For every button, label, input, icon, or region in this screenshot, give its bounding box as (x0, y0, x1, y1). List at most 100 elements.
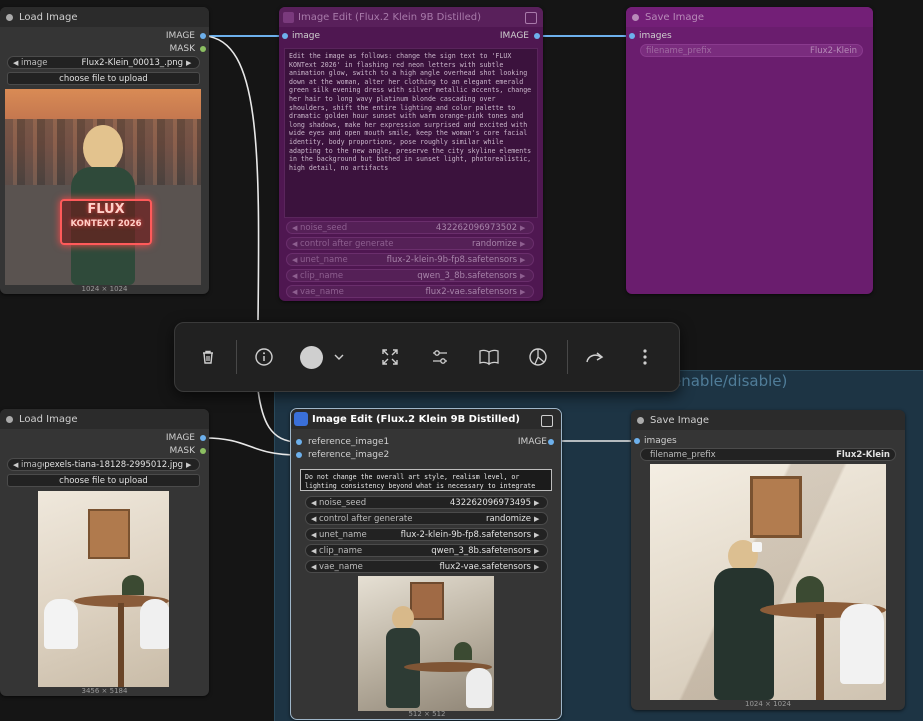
unet-name-widget[interactable]: ◀ unet_name flux-2-klein-9b-fp8.safetensor… (305, 528, 548, 541)
widget-name: clip_name (319, 545, 363, 556)
painting (410, 582, 444, 620)
right-arrow-icon[interactable]: ▶ (520, 224, 528, 232)
image-combo[interactable]: ◀ image pexels-tiana-18128-2995012.jpg ▶ (7, 458, 200, 471)
expand-icon[interactable] (541, 415, 553, 427)
chair (840, 604, 884, 684)
left-arrow-icon[interactable]: ◀ (311, 563, 319, 571)
right-arrow-icon[interactable]: ▶ (186, 461, 194, 469)
collapse-dot-icon[interactable] (632, 13, 639, 21)
control-after-generate-widget[interactable]: ◀ control after generate randomize ▶ (286, 237, 534, 250)
node-header[interactable]: Save Image (631, 410, 905, 430)
left-arrow-icon[interactable]: ◀ (292, 288, 300, 296)
right-arrow-icon[interactable]: ▶ (520, 288, 528, 296)
noise-seed-widget[interactable]: ◀ noise_seed 432262096973502 ▶ (286, 221, 534, 234)
node-header[interactable]: Image Edit (Flux.2 Klein 9B Distilled) (291, 409, 561, 429)
preview-image (650, 464, 886, 700)
input-images-socket[interactable] (634, 438, 640, 444)
left-arrow-icon[interactable]: ◀ (292, 256, 300, 264)
unet-name-widget[interactable]: ◀ unet_name flux-2-klein-9b-fp8.safetensor… (286, 253, 534, 266)
output-image-socket[interactable] (548, 439, 554, 445)
left-arrow-icon[interactable]: ◀ (292, 224, 300, 232)
more-icon[interactable] (633, 345, 657, 369)
image-dimensions: 1024 × 1024 (745, 700, 791, 708)
input-image-label: image (292, 31, 321, 41)
output-image-socket[interactable] (200, 435, 206, 441)
filename-prefix-widget[interactable]: filename_prefix Flux2-Klein (640, 44, 863, 57)
widget-name: noise_seed (319, 497, 367, 508)
collapse-dot-icon[interactable] (637, 416, 644, 424)
left-arrow-icon[interactable]: ◀ (292, 272, 300, 280)
right-arrow-icon[interactable]: ▶ (534, 563, 542, 571)
save-image-node-2[interactable]: Save Image images filename_prefix Flux2-K… (631, 410, 905, 710)
image-edit-node-2[interactable]: Image Edit (Flux.2 Klein 9B Distilled) r… (290, 408, 562, 720)
right-arrow-icon[interactable]: ▶ (534, 515, 542, 523)
output-mask-label: MASK (169, 446, 195, 456)
left-arrow-icon[interactable]: ◀ (292, 240, 300, 248)
right-arrow-icon[interactable]: ▶ (520, 240, 528, 248)
node-title: Image Edit (Flux.2 Klein 9B Distilled) (312, 413, 520, 425)
widget-name: vae_name (300, 286, 344, 297)
painting (750, 476, 802, 538)
input-images-socket[interactable] (629, 33, 635, 39)
upload-button[interactable]: choose file to upload (7, 474, 200, 487)
control-after-generate-widget[interactable]: ◀ control after generate randomize ▶ (305, 512, 548, 525)
plant (122, 575, 144, 595)
left-arrow-icon[interactable]: ◀ (311, 515, 319, 523)
collapse-dot-icon[interactable] (6, 415, 13, 423)
left-arrow-icon[interactable]: ◀ (13, 461, 21, 469)
load-image-node-2[interactable]: Load Image IMAGE MASK ◀ image pexels-tia… (0, 409, 209, 696)
node-header[interactable]: Load Image (0, 7, 209, 27)
output-mask-socket[interactable] (200, 46, 206, 52)
left-arrow-icon[interactable]: ◀ (13, 59, 21, 67)
upload-button[interactable]: choose file to upload (7, 72, 200, 85)
image-combo[interactable]: ◀ image Flux2-Klein_00013_.png ▶ (7, 56, 200, 69)
collapse-dot-icon[interactable] (6, 13, 13, 21)
output-mask-socket[interactable] (200, 448, 206, 454)
vae-name-widget[interactable]: ◀ vae_name flux2-vae.safetensors ▶ (286, 285, 534, 298)
fit-view-icon[interactable] (378, 345, 402, 369)
image-edit-node-1[interactable]: Image Edit (Flux.2 Klein 9B Distilled) i… (279, 7, 543, 301)
prompt-textarea[interactable]: Do not change the overall art style, rea… (300, 469, 552, 491)
output-image-label: IMAGE (517, 437, 547, 447)
output-image-socket[interactable] (534, 33, 540, 39)
output-image-label: IMAGE (165, 433, 195, 443)
expand-icon[interactable] (525, 12, 537, 24)
color-picker[interactable] (300, 345, 352, 369)
redo-icon[interactable] (583, 345, 607, 369)
widget-name: image (21, 57, 48, 68)
widget-value: flux2-vae.safetensors (439, 561, 531, 572)
clip-name-widget[interactable]: ◀ clip_name qwen_3_8b.safetensors ▶ (286, 269, 534, 282)
delete-icon[interactable] (196, 345, 220, 369)
noise-seed-widget[interactable]: ◀ noise_seed 432262096973495 ▶ (305, 496, 548, 509)
save-image-node-1[interactable]: Save Image images filename_prefix Flux2-K… (626, 7, 873, 294)
prompt-textarea[interactable]: Edit the image as follows: change the si… (284, 48, 538, 218)
output-image-socket[interactable] (200, 33, 206, 39)
right-arrow-icon[interactable]: ▶ (534, 499, 542, 507)
book-icon[interactable] (477, 345, 501, 369)
settings-icon[interactable] (428, 345, 452, 369)
bypass-icon[interactable] (526, 345, 550, 369)
left-arrow-icon[interactable]: ◀ (311, 547, 319, 555)
info-icon[interactable] (252, 345, 276, 369)
left-arrow-icon[interactable]: ◀ (311, 499, 319, 507)
load-image-node-1[interactable]: Load Image IMAGE MASK ◀ image Flux2-Klei… (0, 7, 209, 294)
filename-prefix-widget[interactable]: filename_prefix Flux2-Klein (640, 448, 896, 461)
right-arrow-icon[interactable]: ▶ (520, 272, 528, 280)
input-reference-image1-socket[interactable] (296, 439, 302, 445)
node-header[interactable]: Image Edit (Flux.2 Klein 9B Distilled) (279, 7, 543, 27)
right-arrow-icon[interactable]: ▶ (186, 59, 194, 67)
node-header[interactable]: Load Image (0, 409, 209, 429)
clip-name-widget[interactable]: ◀ clip_name qwen_3_8b.safetensors ▶ (305, 544, 548, 557)
vae-name-widget[interactable]: ◀ vae_name flux2-vae.safetensors ▶ (305, 560, 548, 573)
right-arrow-icon[interactable]: ▶ (534, 531, 542, 539)
node-title: Load Image (19, 11, 78, 23)
widget-name: filename_prefix (646, 45, 712, 56)
person-head (392, 606, 414, 630)
right-arrow-icon[interactable]: ▶ (534, 547, 542, 555)
right-arrow-icon[interactable]: ▶ (520, 256, 528, 264)
input-reference-image2-socket[interactable] (296, 452, 302, 458)
left-arrow-icon[interactable]: ◀ (311, 531, 319, 539)
input-image-socket[interactable] (282, 33, 288, 39)
node-header[interactable]: Save Image (626, 7, 873, 27)
output-image-label: IMAGE (499, 31, 529, 41)
